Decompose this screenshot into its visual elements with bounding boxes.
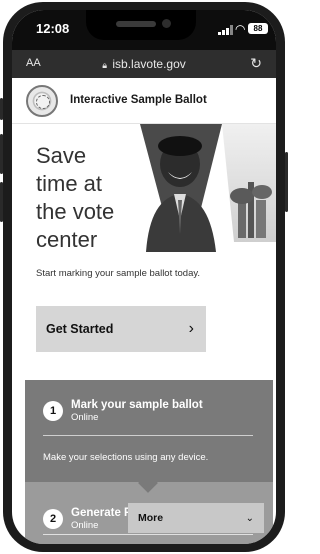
step-title: Mark your sample ballot [71,399,203,411]
address-field[interactable]: 🔒︎ isb.lavote.gov [12,57,276,71]
hero-line: Save [36,143,87,168]
status-bar: 12:08 ◠ 88 [12,10,276,50]
battery-icon: 88 [248,23,268,34]
notch [86,10,196,40]
get-started-button[interactable]: Get Started › [36,306,206,352]
chevron-right-icon: › [188,320,194,337]
wifi-icon: ◠ [235,22,246,36]
signal-icon [218,25,233,35]
hero-image [130,124,276,252]
step-description: Make your selections using any device. [43,452,209,463]
phone-screen: 12:08 ◠ 88 AA 🔒︎ isb.lavote.gov ↻ Intera… [12,10,276,544]
hero-line: time at [36,171,103,196]
step-number-badge: 2 [43,509,63,529]
power-button [285,152,288,212]
site-header: Interactive Sample Ballot [12,78,276,124]
reload-icon[interactable]: ↻ [250,55,262,72]
step-number-badge: 1 [43,401,63,421]
site-title: Interactive Sample Ballot [70,94,207,106]
mute-switch [0,98,3,120]
step-divider [43,435,253,436]
volume-down-button [0,182,3,222]
hero-subtitle: Start marking your sample ballot today. [36,268,201,279]
phone-frame: 12:08 ◠ 88 AA 🔒︎ isb.lavote.gov ↻ Intera… [0,2,288,552]
volume-up-button [0,134,3,174]
browser-url-bar: AA 🔒︎ isb.lavote.gov ↻ [12,50,276,78]
more-label: More [138,512,164,524]
county-seal-logo[interactable] [26,85,58,117]
get-started-label: Get Started [46,322,114,336]
voter-photo-collage [140,124,276,252]
step-subtitle: Online [71,520,99,531]
status-time: 12:08 [36,21,70,36]
step-divider [43,534,253,535]
more-dropdown-button[interactable]: More ⌄ [128,503,264,533]
url-text: isb.lavote.gov [112,57,186,71]
chevron-down-icon: ⌄ [245,512,254,524]
lock-icon: 🔒︎ [102,60,108,70]
hero-line: the vote [36,199,115,224]
step-subtitle: Online [71,412,99,423]
hero-line: center [36,227,98,252]
